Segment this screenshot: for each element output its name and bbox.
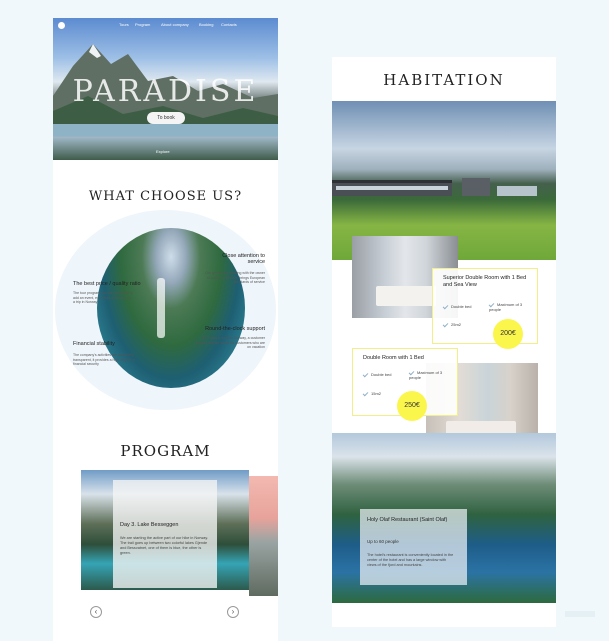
restaurant-desc: The hotel's restaurant is conveniently l…	[367, 553, 454, 568]
habitation-title: HABITATION	[383, 71, 505, 89]
check-icon	[362, 372, 369, 378]
amenity-bed: Double bed	[362, 372, 391, 378]
explore-label[interactable]: Explore	[156, 149, 170, 154]
room-card-double[interactable]: Double Room with 1 Bed Double bed Maximu…	[352, 348, 458, 421]
program-day-desc: We are starting the active part of our h…	[120, 536, 209, 556]
room-name: Superior Double Room with 1 Bed and Sea …	[443, 275, 527, 289]
feature-desc-price: The tour program has the possibility to …	[73, 291, 133, 305]
check-icon	[362, 391, 369, 397]
feature-desc-service: Our guides are working with the owner of…	[205, 271, 265, 285]
price-badge: 250€	[397, 391, 427, 421]
restaurant-card: Holy Olaf Restaurant (Saint Olaf) Up to …	[360, 509, 467, 585]
feature-title-finance: Financial stability	[73, 341, 115, 347]
hero-title: PARADISE	[72, 74, 259, 109]
nav-item-booking[interactable]: Booking	[199, 22, 213, 27]
why-section-title: WHAT CHOOSE US?	[88, 189, 243, 204]
restaurant-capacity: Up to 60 people	[367, 539, 399, 544]
amenity-capacity: Maximum of 3 people	[488, 302, 523, 312]
book-button[interactable]: To book	[147, 112, 185, 124]
habitation-page-right: HABITATION Superior Double Room with 1 B…	[332, 57, 556, 627]
program-day-card: Day 3. Lake Besseggen We are starting th…	[113, 480, 217, 588]
logo-icon[interactable]	[58, 22, 65, 29]
room-name: Double Room with 1 Bed	[363, 355, 424, 361]
feature-desc-finance: The company's activities are absolutely …	[73, 353, 135, 367]
room-card-superior[interactable]: Superior Double Room with 1 Bed and Sea …	[432, 268, 538, 349]
nav-item-contacts[interactable]: Contacts	[221, 22, 237, 27]
program-next-photo	[249, 476, 278, 596]
feature-title-service: Close attention to service	[222, 253, 265, 265]
top-navigation: Tours Program About company Booking Cont…	[53, 21, 278, 31]
feature-title-price: The best price / quality ratio	[73, 281, 141, 287]
amenity-bed: Double bed	[442, 304, 471, 310]
feature-desc-support: 24/7 days a week in Norway, a customer s…	[195, 336, 265, 350]
feature-title-support: Round-the-clock support	[205, 326, 265, 332]
check-icon	[442, 322, 449, 328]
hotel-building-illustration	[332, 178, 537, 196]
nav-item-about[interactable]: About company	[161, 22, 189, 27]
nav-item-tours[interactable]: Tours	[119, 22, 129, 27]
amenity-area: 25m2	[442, 322, 461, 328]
program-section-title: PROGRAM	[120, 442, 211, 460]
landing-page-left: Tours Program About company Booking Cont…	[53, 18, 278, 641]
watermark	[565, 611, 595, 617]
amenity-capacity: Maximum of 3 people	[408, 370, 443, 380]
restaurant-title: Holy Olaf Restaurant (Saint Olaf)	[367, 517, 448, 523]
chevron-right-icon[interactable]: ›	[227, 606, 239, 618]
chevron-left-icon[interactable]: ‹	[90, 606, 102, 618]
nav-item-program[interactable]: Program	[135, 22, 150, 27]
hero-section: Tours Program About company Booking Cont…	[53, 18, 278, 160]
amenity-area: 15m2	[362, 391, 381, 397]
price-badge: 200€	[493, 319, 523, 349]
check-icon	[442, 304, 449, 310]
program-day-title: Day 3. Lake Besseggen	[120, 522, 179, 528]
